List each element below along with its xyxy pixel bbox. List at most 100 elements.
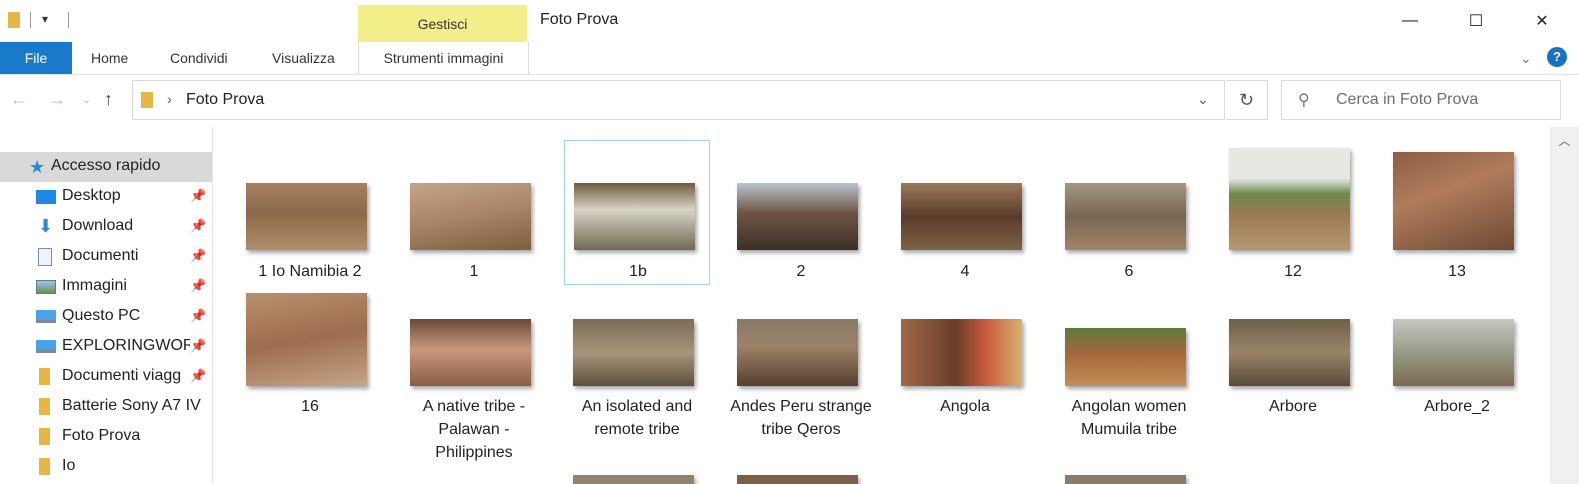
file-name: Angola xyxy=(940,398,990,415)
file-item[interactable]: Angolan women Mumuila tribe xyxy=(1056,287,1202,467)
refresh-icon[interactable]: ↻ xyxy=(1226,80,1268,120)
file-name: 2 xyxy=(796,263,806,280)
breadcrumb-separator[interactable]: › xyxy=(167,91,172,107)
file-item[interactable]: 2 xyxy=(728,141,874,285)
file-item[interactable]: 12 xyxy=(1220,141,1366,285)
search-icon: ⚲ xyxy=(1298,92,1310,109)
customize-quick-access-icon[interactable]: ▾ xyxy=(42,12,48,26)
sidebar-item-questo-pc[interactable]: Questo PC 📌 xyxy=(0,302,212,332)
sidebar-item-immagini[interactable]: Immagini 📌 xyxy=(0,272,212,302)
image-thumbnail xyxy=(410,319,531,386)
pin-icon[interactable]: 📌 xyxy=(190,368,206,384)
file-item[interactable]: 13 xyxy=(1384,141,1530,285)
file-name: 1 Io Namibia 2 xyxy=(258,263,362,280)
file-item[interactable]: An isolated and remote tribe xyxy=(564,287,710,467)
navigation-bar: ← → ⌄ ↑ › Foto Prova ⌄ ↻ ⚲ xyxy=(0,75,1579,127)
sidebar-item-exploringwor[interactable]: EXPLORINGWOR 📌 xyxy=(0,332,212,362)
file-item[interactable]: Angola xyxy=(892,287,1038,467)
close-button[interactable]: ✕ xyxy=(1509,0,1575,42)
up-arrow-icon[interactable]: ↑ xyxy=(104,89,113,110)
pin-icon[interactable]: 📌 xyxy=(190,248,206,264)
file-item[interactable]: Andes Peru strange tribe Qeros xyxy=(728,287,874,467)
close-icon: ✕ xyxy=(1535,13,1549,30)
tab-home[interactable]: Home xyxy=(91,50,128,66)
pin-icon[interactable]: 📌 xyxy=(190,308,206,324)
desktop-icon xyxy=(36,190,56,204)
file-name: 1b xyxy=(629,263,647,280)
file-item[interactable]: A native tribe - Palawan - Philippines xyxy=(401,287,547,467)
tab-strumenti-immagini[interactable]: Strumenti immagini xyxy=(358,42,529,74)
file-item[interactable]: Arbore xyxy=(1220,287,1366,467)
pin-icon[interactable]: 📌 xyxy=(190,218,206,234)
folder-icon xyxy=(141,92,153,108)
window-title: Foto Prova xyxy=(540,11,619,28)
file-name: Arbore xyxy=(1268,398,1318,415)
sidebar-item-label: Accesso rapido xyxy=(51,157,161,174)
tab-file[interactable]: File xyxy=(0,42,72,74)
back-arrow-icon[interactable]: ← xyxy=(10,89,28,110)
sidebar-item-desktop[interactable]: Desktop 📌 xyxy=(0,182,212,212)
minimize-button[interactable]: — xyxy=(1377,0,1443,42)
pictures-icon xyxy=(36,280,56,294)
sidebar-item-label: Questo PC xyxy=(62,307,141,324)
recent-locations-icon[interactable]: ⌄ xyxy=(82,93,91,106)
file-name: A native tribe - Palawan - Philippines xyxy=(422,398,526,461)
address-bar[interactable]: › Foto Prova ⌄ xyxy=(132,80,1225,120)
image-thumbnail xyxy=(1065,183,1186,250)
file-name: Angolan women Mumuila tribe xyxy=(1071,398,1187,438)
file-item[interactable]: 1b xyxy=(564,140,710,285)
file-item[interactable]: 16 xyxy=(237,287,383,467)
sidebar-item-label: Documenti viagg xyxy=(62,367,182,384)
file-name: 6 xyxy=(1124,263,1134,280)
tab-visualizza[interactable]: Visualizza xyxy=(272,50,335,66)
maximize-button[interactable]: ☐ xyxy=(1443,0,1509,42)
forward-arrow-icon[interactable]: → xyxy=(48,89,66,110)
sidebar-item-label: Desktop xyxy=(62,187,121,204)
image-thumbnail xyxy=(574,183,695,250)
expand-ribbon-icon[interactable]: ⌄ xyxy=(1520,50,1532,67)
divider xyxy=(30,12,31,28)
file-list: 1 Io Namibia 2 1 1b 2 4 6 12 13 16 A nat… xyxy=(213,127,1550,484)
file-item[interactable]: 1 xyxy=(401,141,547,285)
search-input[interactable] xyxy=(1336,89,1546,111)
context-tab-label: Gestisci xyxy=(417,16,468,32)
navigation-pane: ★ Accesso rapido Desktop 📌 ⬇ Download 📌 … xyxy=(0,127,213,484)
sidebar-item-accesso-rapido[interactable]: ★ Accesso rapido xyxy=(0,152,212,182)
scroll-up-icon[interactable]: ︿ xyxy=(1550,132,1579,149)
sidebar-item-label: Download xyxy=(62,217,134,234)
file-item[interactable]: 6 xyxy=(1056,141,1202,285)
tab-condividi[interactable]: Condividi xyxy=(170,50,228,66)
sidebar-item-download[interactable]: ⬇ Download 📌 xyxy=(0,212,212,242)
image-thumbnail[interactable] xyxy=(737,475,858,484)
search-box[interactable]: ⚲ xyxy=(1281,80,1561,120)
pin-icon[interactable]: 📌 xyxy=(190,188,206,204)
pin-icon[interactable]: 📌 xyxy=(190,278,206,294)
maximize-icon: ☐ xyxy=(1468,13,1484,30)
image-thumbnail xyxy=(1065,328,1186,386)
address-dropdown-icon[interactable]: ⌄ xyxy=(1197,91,1209,108)
vertical-scrollbar[interactable]: ︿ xyxy=(1550,127,1579,484)
pin-icon[interactable]: 📌 xyxy=(190,338,206,354)
file-name: 12 xyxy=(1284,263,1302,280)
file-item[interactable]: 4 xyxy=(892,141,1038,285)
folder-icon xyxy=(39,368,50,385)
folder-icon[interactable] xyxy=(8,12,20,28)
file-name: An isolated and remote tribe xyxy=(581,398,693,438)
image-thumbnail xyxy=(901,183,1022,250)
image-thumbnail[interactable] xyxy=(573,475,694,484)
help-icon[interactable]: ? xyxy=(1547,47,1567,67)
sidebar-item-batterie-sony[interactable]: Batterie Sony A7 IV xyxy=(0,392,212,422)
image-thumbnail[interactable] xyxy=(1065,475,1186,484)
sidebar-item-label: Immagini xyxy=(62,277,127,294)
image-thumbnail xyxy=(1393,152,1514,250)
sidebar-item-documenti-viagg[interactable]: Documenti viagg 📌 xyxy=(0,362,212,392)
image-thumbnail xyxy=(246,183,367,250)
sidebar-item-io[interactable]: Io xyxy=(0,452,212,482)
sidebar-item-documenti[interactable]: Documenti 📌 xyxy=(0,242,212,272)
breadcrumb-foto-prova[interactable]: Foto Prova xyxy=(186,91,264,109)
file-item[interactable]: 1 Io Namibia 2 xyxy=(237,141,383,285)
file-item[interactable]: Arbore_2 xyxy=(1384,287,1530,467)
sidebar-item-foto-prova[interactable]: Foto Prova xyxy=(0,422,212,452)
divider xyxy=(68,12,69,28)
computer-icon xyxy=(36,340,56,353)
